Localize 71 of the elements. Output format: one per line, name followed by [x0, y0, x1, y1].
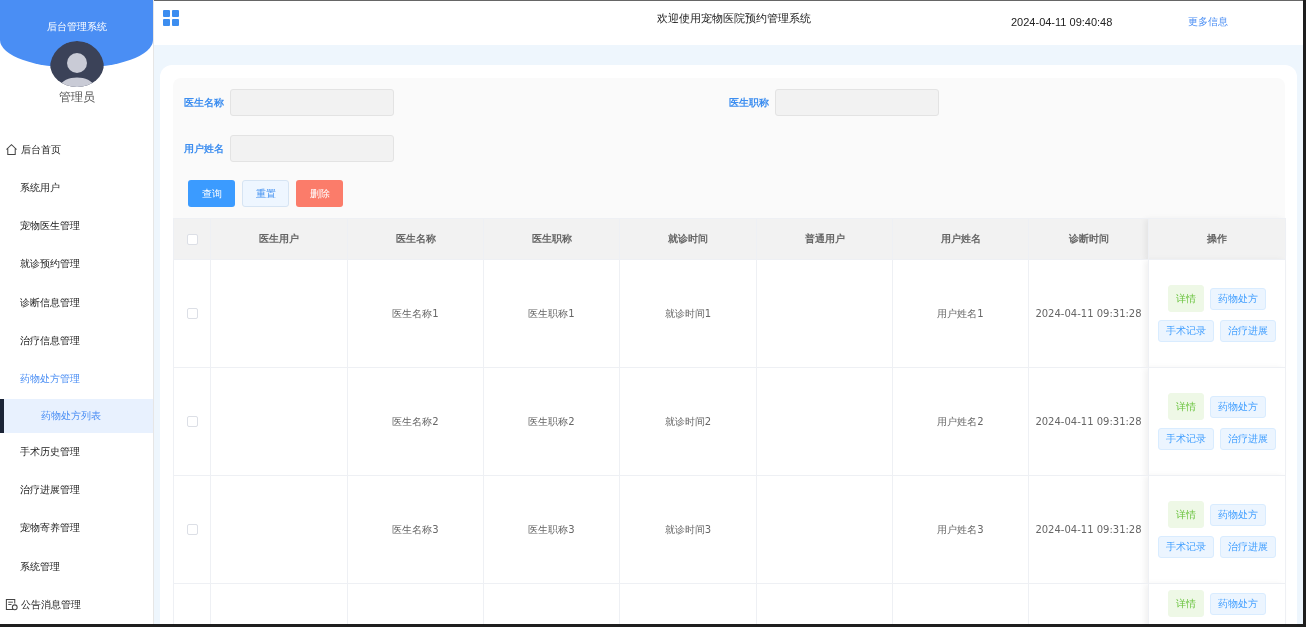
table-cell: 就诊时间3 [664, 523, 712, 535]
column-header: 用户姓名 [892, 218, 1029, 260]
menu-item[interactable]: 后台首页 [0, 130, 153, 169]
page-title: 欢迎使用宠物医院预约管理系统 [657, 11, 811, 26]
document-icon [5, 598, 18, 612]
menu-item[interactable]: 就诊预约管理 [0, 245, 153, 284]
details-button[interactable]: 详情 [1168, 285, 1204, 312]
column-header: 医生职称 [483, 218, 620, 260]
table-cell: 医生职称3 [528, 523, 575, 535]
user-name: 管理员 [58, 89, 95, 107]
column-header: 医生用户 [210, 218, 348, 260]
menu-item[interactable]: 治疗信息管理 [0, 321, 153, 361]
menu-item[interactable]: 诊断信息管理 [0, 283, 153, 322]
action-button[interactable]: 药物处方 [1210, 395, 1266, 418]
details-button[interactable]: 详情 [1168, 590, 1204, 617]
column-header: 诊断时间 [1028, 218, 1149, 260]
table-cell: 医生职称2 [528, 415, 575, 427]
action-button[interactable]: 手术记录 [1158, 428, 1214, 450]
column-header: 医生名称 [347, 218, 484, 260]
action-button[interactable]: 治疗进展 [1220, 428, 1276, 450]
menu-label: 后台首页 [21, 142, 61, 157]
table-cell: 2024-04-11 09:31:28 [1035, 524, 1142, 535]
action-button[interactable]: 手术记录 [1158, 320, 1214, 342]
field-label: 用户姓名 [184, 141, 224, 156]
app-title: 后台管理系统 [46, 20, 107, 34]
checkbox[interactable] [186, 308, 198, 320]
table-cell: 用户姓名2 [937, 415, 984, 427]
table-cell: 医生名称1 [392, 307, 439, 319]
action-button[interactable]: 治疗进展 [1220, 320, 1276, 342]
action-button[interactable]: 药物处方 [1210, 592, 1266, 615]
table-cell: 2024-04-11 09:31:28 [1035, 308, 1142, 319]
menu-item[interactable]: 系统管理 [0, 547, 153, 586]
menu-item[interactable]: 宠物寄养管理 [0, 509, 153, 548]
date-time: 2024-04-11 09:40:48 [1011, 16, 1113, 28]
avatar-icon [49, 41, 104, 88]
submenu-item[interactable]: 药物处方列表 [0, 398, 153, 433]
action-button[interactable]: 手术记录 [1158, 536, 1214, 558]
details-button[interactable]: 详情 [1168, 501, 1204, 528]
search-button[interactable]: 查询 [188, 180, 235, 207]
table-cell: 医生名称2 [392, 415, 439, 427]
column-header: 就诊时间 [619, 218, 757, 260]
action-button[interactable]: 药物处方 [1210, 287, 1266, 310]
table-cell: 就诊时间2 [664, 415, 712, 427]
checkbox[interactable] [186, 416, 198, 428]
action-button[interactable]: 治疗进展 [1220, 536, 1276, 558]
menu-item[interactable]: 药物处方管理 [0, 360, 153, 399]
table-cell: 2024-04-11 09:31:28 [1035, 416, 1142, 427]
menu-item[interactable]: 治疗进展管理 [0, 470, 153, 510]
delete-button[interactable]: 删除 [296, 180, 343, 207]
table-cell: 用户姓名1 [937, 307, 984, 319]
details-button[interactable]: 详情 [1168, 393, 1204, 420]
menu-item[interactable]: 系统用户 [0, 168, 153, 208]
action-button[interactable]: 药物处方 [1210, 503, 1266, 526]
grid-icon[interactable] [163, 10, 179, 26]
column-header: 普通用户 [756, 218, 893, 260]
home-icon [5, 143, 18, 157]
menu-label: 公告消息管理 [21, 597, 81, 612]
field-label: 医生职称 [729, 95, 769, 110]
table-cell: 用户姓名3 [937, 523, 984, 535]
reset-button[interactable]: 重置 [242, 180, 289, 207]
more-info-link[interactable]: 更多信息 [1188, 15, 1229, 29]
table-cell: 就诊时间1 [664, 307, 712, 319]
checkbox[interactable] [186, 233, 198, 245]
column-header: 操作 [1148, 218, 1286, 260]
menu-item[interactable]: 宠物医生管理 [0, 207, 153, 246]
table-cell: 医生职称1 [528, 307, 575, 319]
menu-item[interactable]: 手术历史管理 [0, 432, 153, 471]
menu-item[interactable]: 公告消息管理 [0, 585, 153, 624]
table-cell: 医生名称3 [392, 523, 439, 535]
field-label: 医生名称 [184, 95, 224, 110]
checkbox[interactable] [186, 524, 198, 536]
